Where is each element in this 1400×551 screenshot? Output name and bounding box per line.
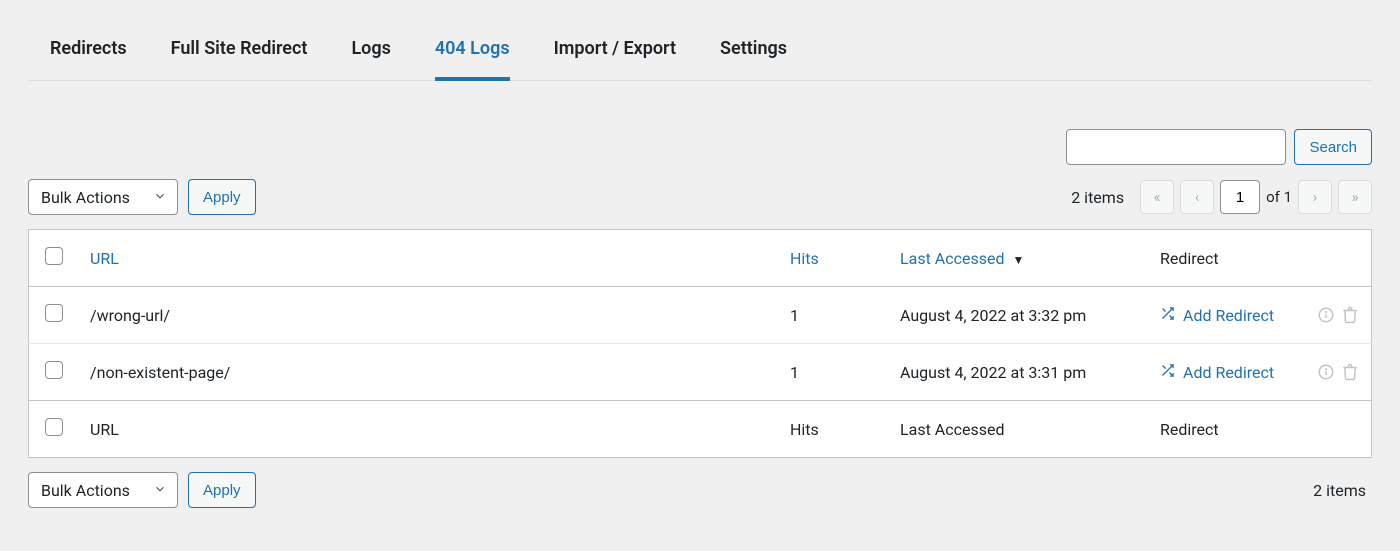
search-input[interactable] [1066,129,1286,165]
chevron-down-icon [153,481,167,500]
info-icon[interactable] [1317,363,1335,381]
tab-import-export[interactable]: Import / Export [554,34,676,81]
table-row: /wrong-url/ 1 August 4, 2022 at 3:32 pm … [29,287,1372,344]
add-redirect-link[interactable]: Add Redirect [1160,306,1274,325]
page-number-input[interactable] [1220,180,1260,214]
page-last-button[interactable]: » [1338,180,1372,214]
row-last-accessed: August 4, 2022 at 3:31 pm [900,363,1086,382]
row-hits: 1 [790,363,799,382]
logs-table: URL Hits Last Accessed ▼ Redirect /wrong… [28,229,1372,458]
add-redirect-label: Add Redirect [1183,306,1274,325]
search-button[interactable]: Search [1294,129,1372,165]
apply-button[interactable]: Apply [188,179,256,215]
tab-404-logs[interactable]: 404 Logs [435,34,510,81]
row-last-accessed: August 4, 2022 at 3:32 pm [900,306,1086,325]
pagination: « ‹ of 1 › » [1140,180,1372,214]
chevron-down-icon [153,188,167,207]
tab-redirects[interactable]: Redirects [50,34,127,81]
footer-column-last: Last Accessed [900,420,1004,439]
footer-column-url: URL [90,420,119,439]
info-icon[interactable] [1317,306,1335,324]
row-checkbox[interactable] [45,304,63,322]
bulk-actions-label: Bulk Actions [41,481,130,500]
page-first-button[interactable]: « [1140,180,1174,214]
shuffle-icon [1160,363,1175,382]
column-hits[interactable]: Hits [790,249,819,268]
tab-logs[interactable]: Logs [351,34,390,81]
tab-settings[interactable]: Settings [720,34,787,81]
bulk-actions-label: Bulk Actions [41,188,130,207]
footer-column-hits: Hits [790,420,819,439]
select-all-checkbox[interactable] [45,247,63,265]
row-checkbox[interactable] [45,361,63,379]
trash-icon[interactable] [1341,363,1359,381]
row-url: /wrong-url/ [90,306,170,325]
row-url: /non-existent-page/ [90,363,230,382]
items-count: 2 items [1071,188,1124,207]
add-redirect-link[interactable]: Add Redirect [1160,363,1274,382]
column-url[interactable]: URL [90,249,119,268]
row-hits: 1 [790,306,799,325]
tab-bar: Redirects Full Site Redirect Logs 404 Lo… [28,0,1372,81]
page-prev-button[interactable]: ‹ [1180,180,1214,214]
items-count-bottom: 2 items [1313,481,1366,500]
trash-icon[interactable] [1341,306,1359,324]
page-of-text: of 1 [1266,188,1292,206]
table-row: /non-existent-page/ 1 August 4, 2022 at … [29,344,1372,401]
page-next-button[interactable]: › [1298,180,1332,214]
tab-full-site-redirect[interactable]: Full Site Redirect [171,34,308,81]
footer-column-redirect: Redirect [1160,420,1219,439]
apply-button-bottom[interactable]: Apply [188,472,256,508]
column-redirect: Redirect [1160,249,1219,268]
bulk-actions-select[interactable]: Bulk Actions [28,179,178,215]
select-all-checkbox-footer[interactable] [45,418,63,436]
shuffle-icon [1160,306,1175,325]
add-redirect-label: Add Redirect [1183,363,1274,382]
sort-desc-icon: ▼ [1012,253,1024,267]
bulk-actions-select-bottom[interactable]: Bulk Actions [28,472,178,508]
column-last-accessed[interactable]: Last Accessed [900,249,1004,268]
